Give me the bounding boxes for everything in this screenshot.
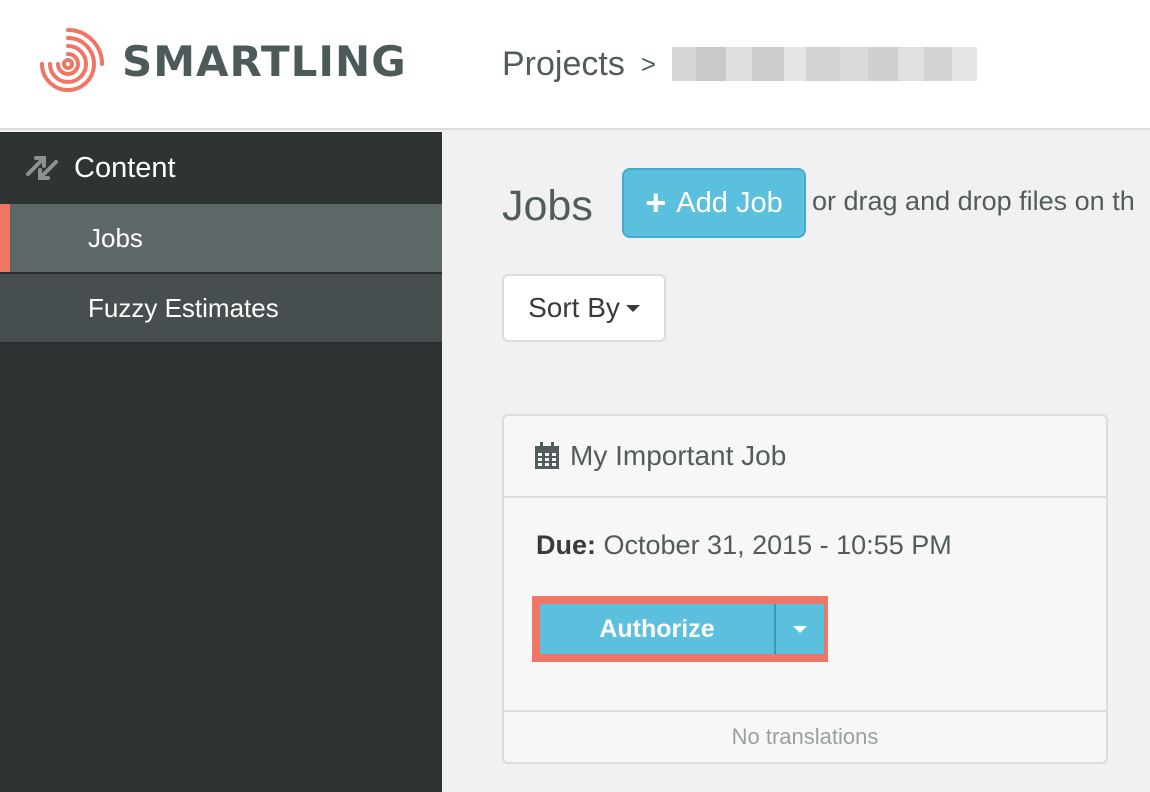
job-due-date: Due: October 31, 2015 - 10:55 PM [536, 530, 952, 561]
page-title: Jobs [502, 182, 593, 230]
authorize-button[interactable]: Authorize [540, 604, 774, 654]
main-content: Jobs + Add Job or drag and drop files on… [442, 132, 1150, 792]
brand-name: SMARTLING [122, 37, 407, 86]
breadcrumb: Projects > [502, 40, 978, 88]
sidebar-item-fuzzy-estimates[interactable]: Fuzzy Estimates [0, 274, 442, 344]
content-arrows-icon [26, 156, 58, 180]
sidebar-item-jobs[interactable]: Jobs [0, 204, 442, 274]
breadcrumb-separator: > [640, 48, 657, 79]
plus-icon: + [645, 182, 667, 223]
job-card: My Important Job Due: October 31, 2015 -… [502, 414, 1108, 764]
job-card-footer: No translations [504, 710, 1106, 762]
add-job-button[interactable]: + Add Job [622, 168, 806, 238]
due-value: October 31, 2015 - 10:55 PM [603, 530, 952, 560]
sidebar: Content Jobs Fuzzy Estimates [0, 132, 442, 792]
breadcrumb-project-redacted[interactable] [672, 47, 978, 81]
authorize-dropdown-toggle[interactable] [776, 604, 824, 654]
sidebar-item-label: Jobs [88, 222, 143, 253]
authorize-label: Authorize [599, 614, 715, 643]
authorize-split-button: Authorize [532, 596, 828, 662]
job-card-header[interactable]: My Important Job [504, 416, 1106, 498]
smartling-fingerprint-icon [40, 28, 104, 92]
sidebar-section-content[interactable]: Content [0, 132, 442, 204]
drag-drop-hint: or drag and drop files on th [812, 186, 1135, 216]
job-name: My Important Job [570, 440, 787, 471]
caret-down-icon [625, 304, 640, 312]
breadcrumb-projects[interactable]: Projects [502, 45, 625, 84]
smartling-logo[interactable]: SMARTLING [38, 28, 407, 96]
app-header: SMARTLING Projects > [0, 0, 1150, 130]
sidebar-section-label: Content [74, 151, 176, 184]
sidebar-item-label: Fuzzy Estimates [88, 292, 279, 323]
sort-by-label: Sort By [528, 292, 620, 323]
add-job-label: Add Job [676, 186, 783, 219]
calendar-icon [535, 442, 559, 469]
caret-down-icon [793, 625, 807, 633]
due-label: Due: [536, 530, 596, 560]
sort-by-dropdown[interactable]: Sort By [502, 274, 666, 342]
